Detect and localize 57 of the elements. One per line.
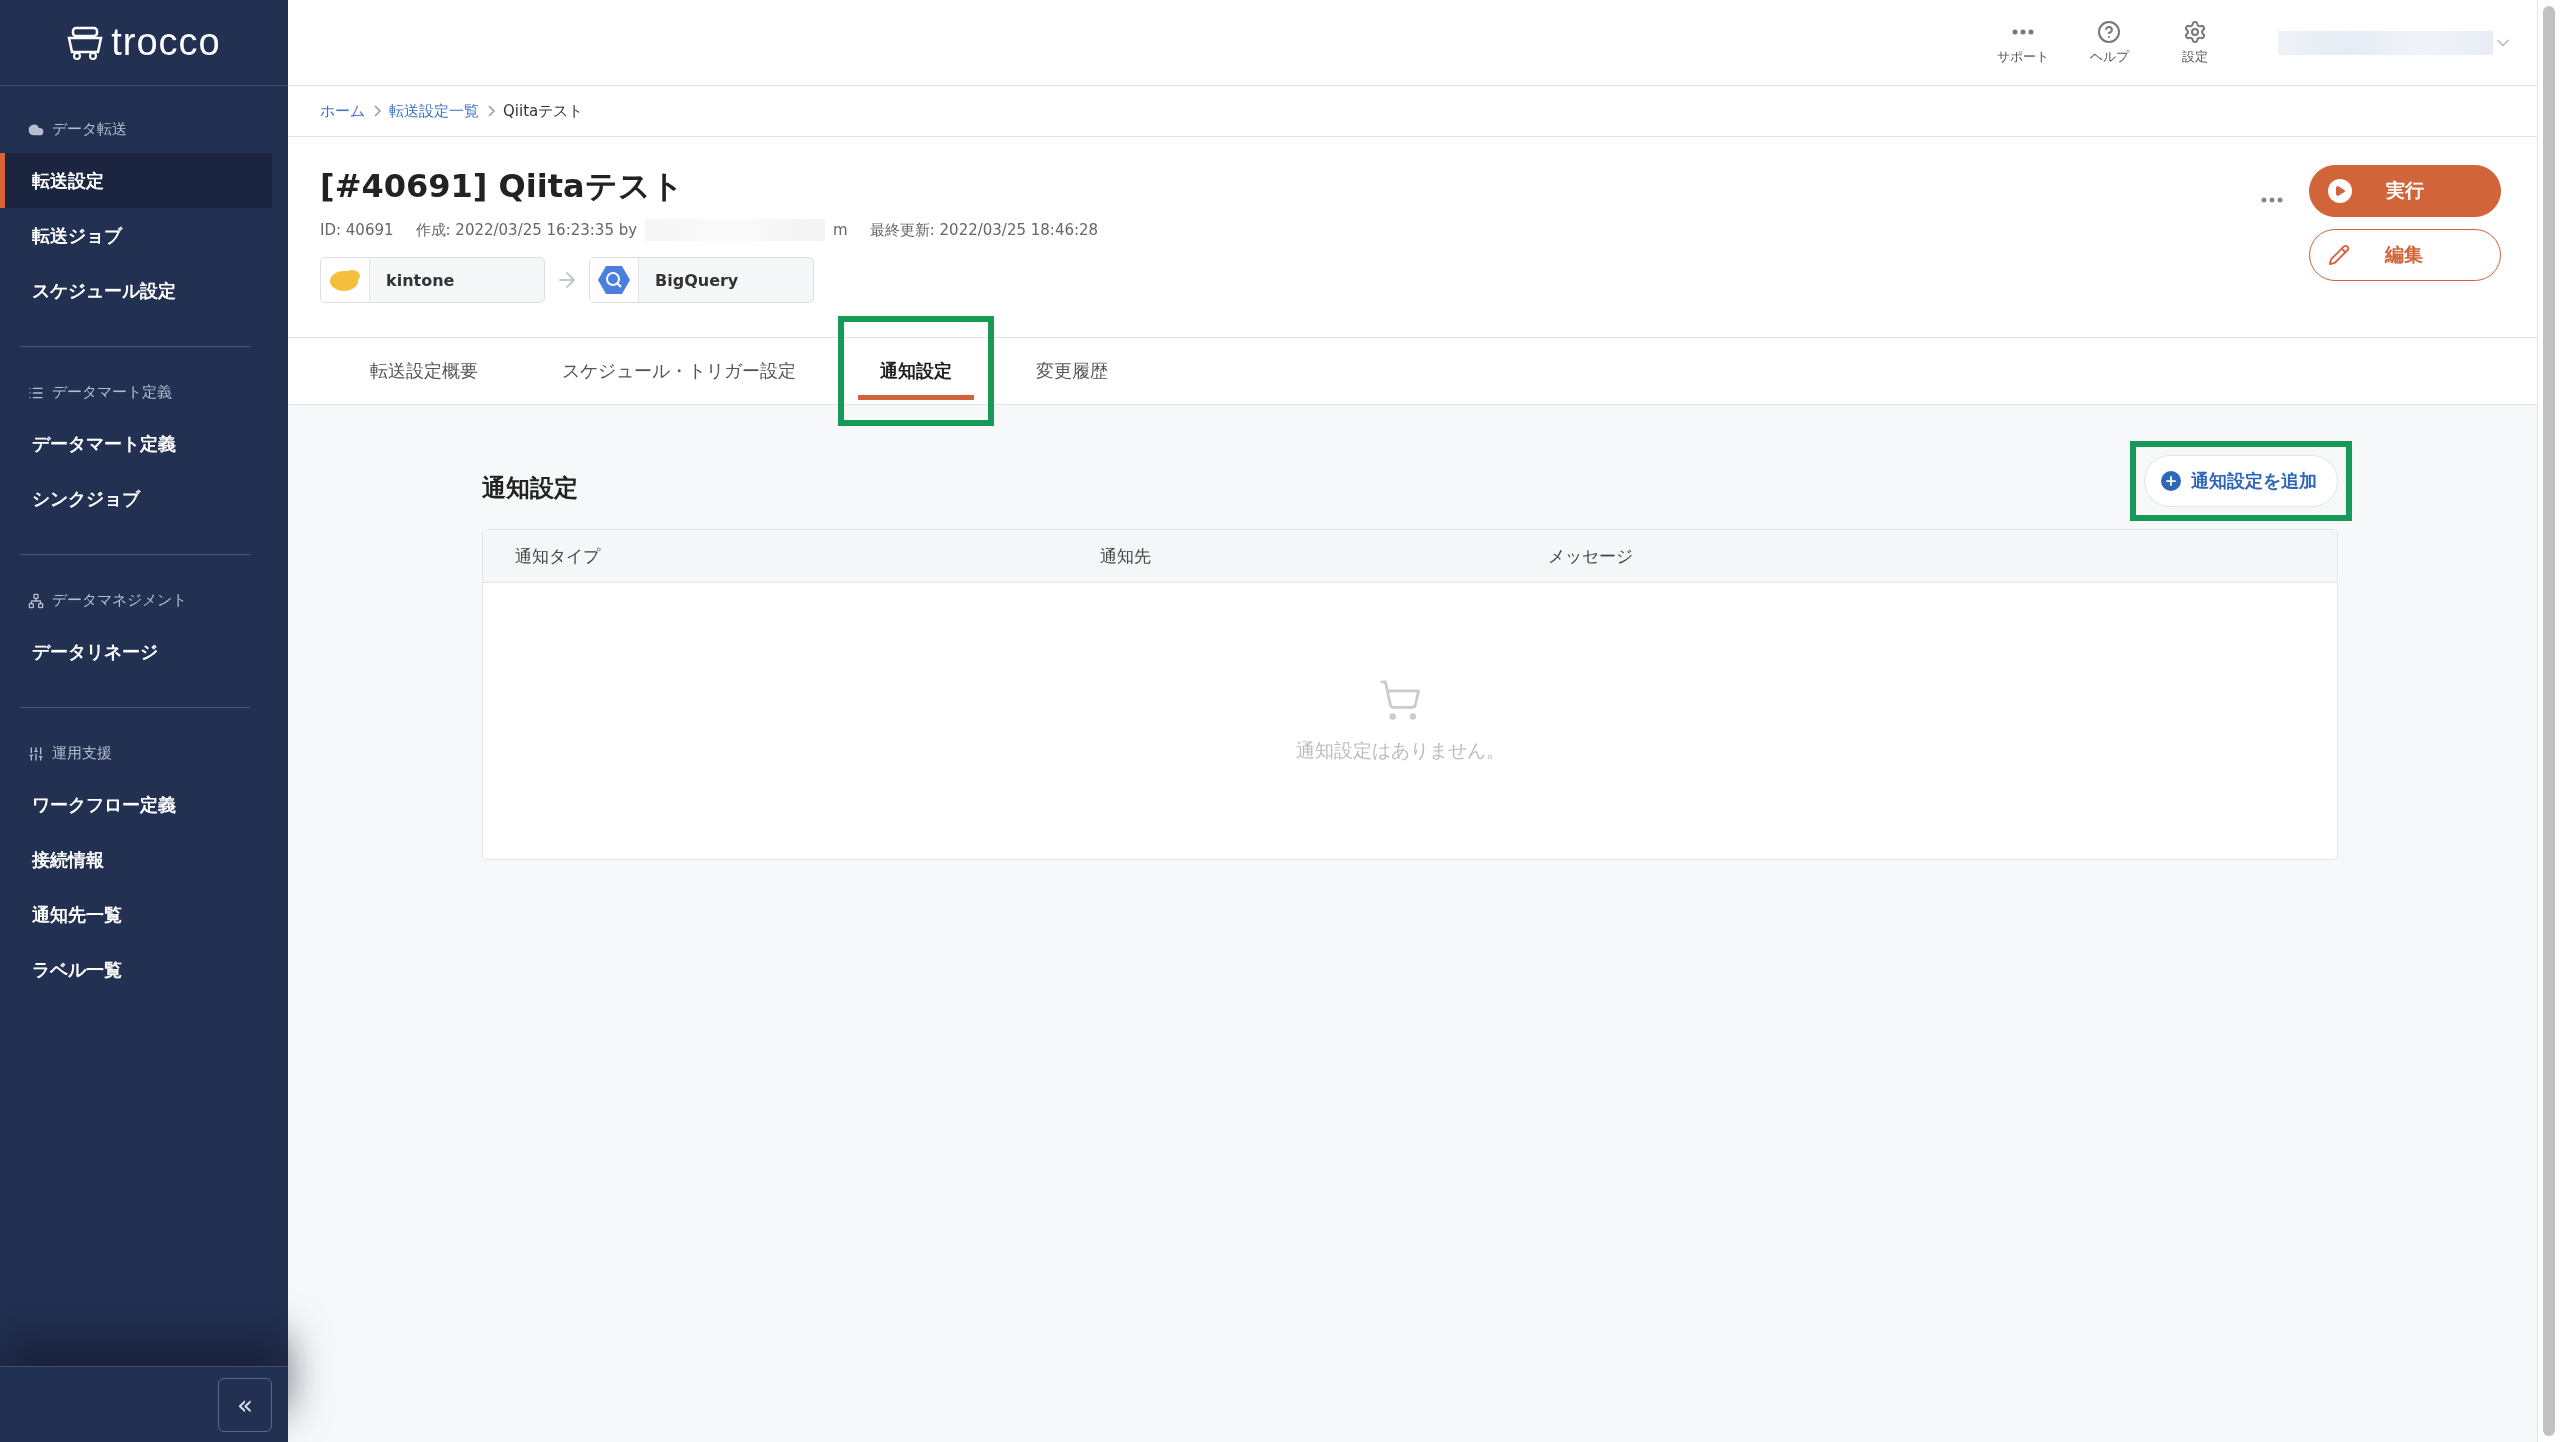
tab[interactable]: 通知設定 [838,338,994,404]
created-text: 作成: 2022/03/25 16:23:35 by [415,220,638,240]
collapse-button[interactable]: « [218,1377,272,1432]
tab[interactable]: 変更履歴 [994,338,1150,404]
hexagon-search-icon [598,265,630,295]
chevron-right-icon [487,105,495,117]
section-heading: データ転送 [52,120,127,139]
header-action[interactable]: サポート [1980,18,2066,67]
section-title: 通知設定 [482,473,578,504]
chevron-right-icon [373,105,381,117]
tab[interactable]: 転送設定概要 [328,338,520,404]
breadcrumb-link[interactable]: 転送設定一覧 [389,101,479,121]
scrollbar[interactable] [2543,6,2555,1436]
connector-chip: BigQuery [589,257,814,303]
help-icon [2097,19,2121,44]
run-button[interactable]: 実行 [2309,165,2501,217]
nav-item[interactable]: データマート定義 [0,416,272,471]
tab[interactable]: スケジュール・トリガー設定 [520,338,838,404]
cloud-icon [328,267,362,293]
logo-text: trocco [111,21,221,64]
created-tail-text: m [833,221,848,239]
current-page-text: Qiitaテスト [503,101,584,121]
page-title: [#40691] Qiitaテスト [320,166,685,207]
hierarchy-icon [28,592,44,609]
header-action[interactable]: 設定 [2152,18,2238,67]
cart-icon [1378,678,1422,722]
settings-icon [2183,19,2207,44]
updated-text: 最終更新: 2022/03/25 18:46:28 [869,220,1099,240]
cart-logo-icon [67,25,104,60]
nav-item[interactable]: 転送ジョブ [0,208,272,263]
breadcrumb-link[interactable]: ホーム [320,101,365,121]
header-action[interactable]: ヘルプ [2066,18,2152,67]
edit-button[interactable]: 編集 [2309,229,2501,281]
nav-item[interactable]: データリネージ [0,624,272,679]
play-icon [2334,185,2346,197]
plus-icon [2164,474,2178,488]
more-icon [2012,28,2034,35]
empty-message: 通知設定はありません。 [1295,738,1505,763]
section-heading: データマネジメント [52,591,187,610]
section-heading: 運用支援 [52,744,112,763]
nav-item[interactable]: 接続情報 [0,832,272,887]
nav-item[interactable]: スケジュール設定 [0,263,272,318]
nav-item[interactable]: ワークフロー定義 [0,777,272,832]
add-notification-button[interactable]: 通知設定を追加 [2144,455,2338,507]
pencil-icon [2328,244,2350,266]
section-heading: データマート定義 [52,383,172,402]
column-header: 通知先 [1100,544,1152,568]
column-header: 通知タイプ [515,544,602,568]
nav-item[interactable]: 通知先一覧 [0,887,272,942]
nav-item[interactable]: 転送設定 [0,153,272,208]
column-header: メッセージ [1548,544,1634,568]
nav-item[interactable]: ラベル一覧 [0,942,272,997]
id-text: ID: 40691 [320,221,394,239]
connector-chip: kintone [320,257,545,303]
sliders-icon [28,745,44,762]
more-icon[interactable] [2261,197,2283,203]
nav-item[interactable]: シンクジョブ [0,471,272,526]
